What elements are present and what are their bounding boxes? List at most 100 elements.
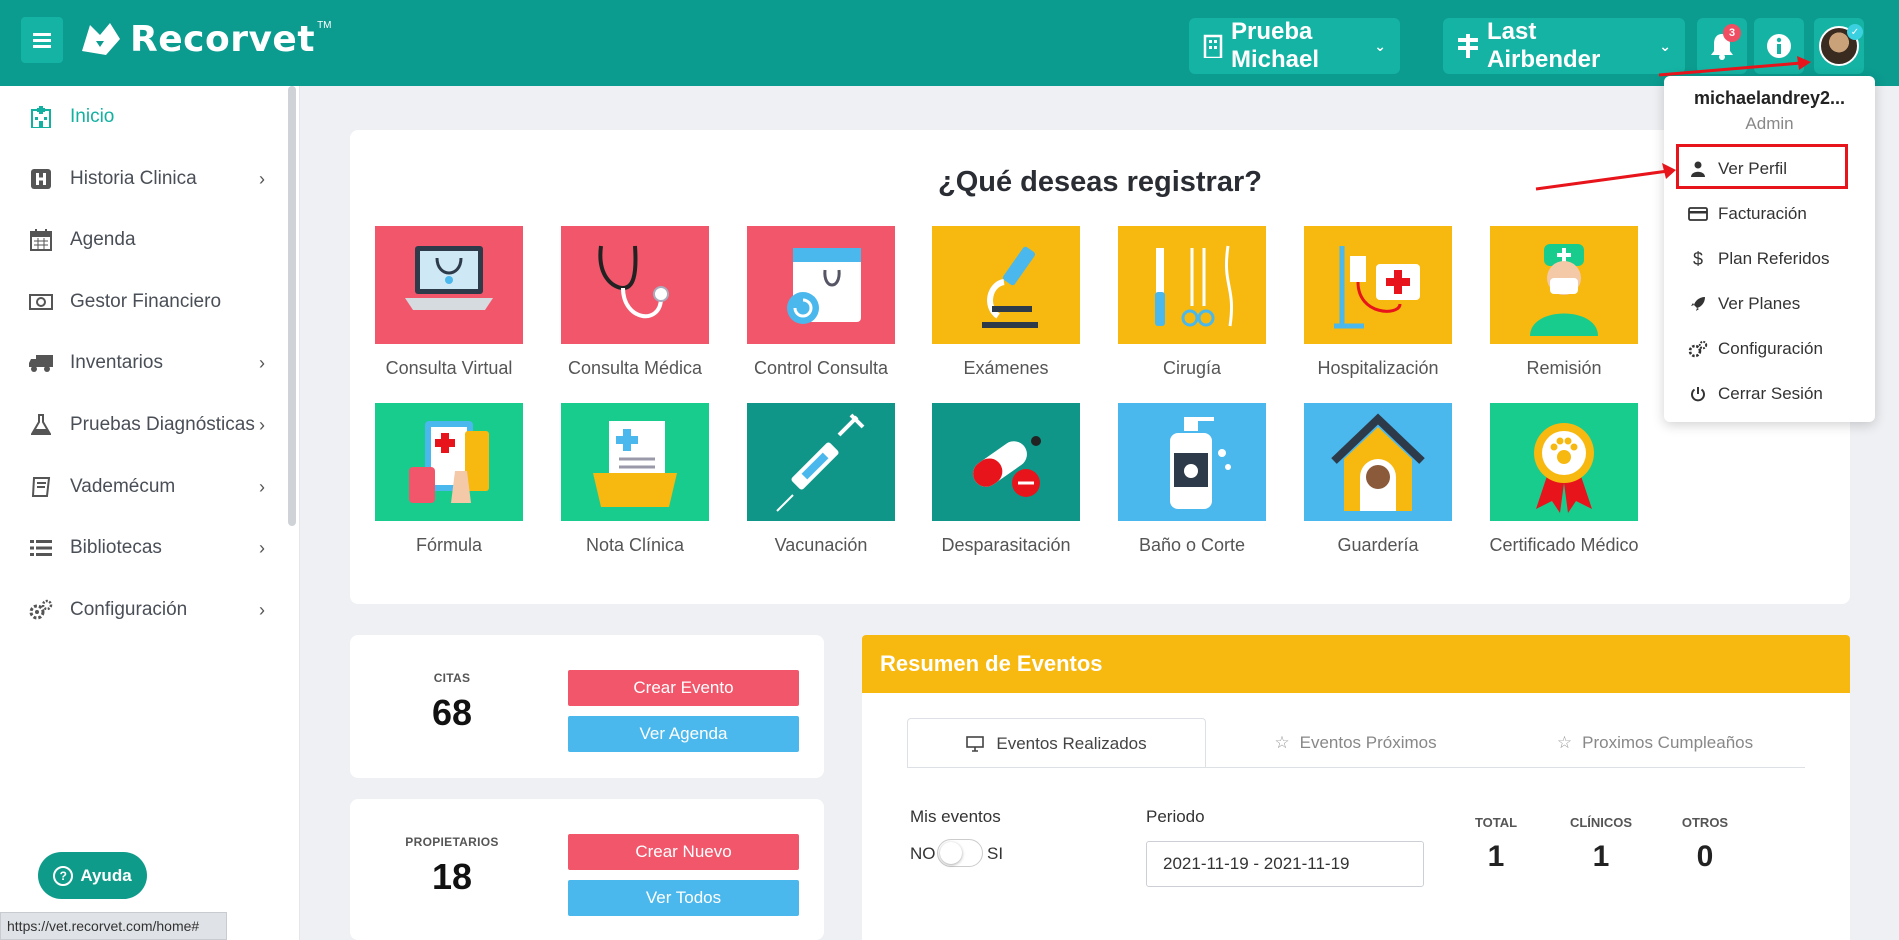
calendar-stethoscope-icon	[787, 248, 861, 324]
sidebar-item-gestor-financiero[interactable]: Gestor Financiero	[0, 280, 285, 324]
sidebar-item-agenda[interactable]: Agenda	[0, 218, 285, 262]
tile-label: Remisión	[1526, 358, 1602, 378]
tab-label: Proximos Cumpleaños	[1582, 733, 1754, 752]
menu-item-label: Ver Planes	[1718, 294, 1801, 313]
tab-eventos-realizados[interactable]: Eventos Realizados	[907, 718, 1206, 768]
truck-icon	[28, 353, 54, 373]
sidebar-item-inicio[interactable]: Inicio	[0, 95, 285, 139]
tile-label: Consulta Médica	[567, 358, 703, 378]
chevron-right-icon: ›	[259, 352, 265, 373]
clinic-selector[interactable]: Prueba Michael ⌄	[1189, 18, 1400, 74]
mis-eventos-toggle[interactable]	[937, 839, 983, 867]
ver-agenda-button[interactable]: Ver Agenda	[568, 716, 799, 752]
syringe-icon	[776, 413, 865, 512]
logo[interactable]: Recorvet TM	[80, 14, 332, 64]
mis-eventos-label: Mis eventos	[910, 807, 1001, 826]
sidebar-item-label: Inicio	[70, 106, 115, 127]
toggle-knob	[940, 842, 962, 864]
tile-guarderia[interactable]	[1304, 403, 1452, 521]
hamburger-icon	[33, 38, 51, 42]
chevron-right-icon: ›	[259, 599, 265, 620]
menu-item-facturacion[interactable]: Facturación	[1688, 197, 1807, 231]
rocket-icon	[1688, 296, 1708, 312]
sidebar-item-bibliotecas[interactable]: Bibliotecas ›	[0, 526, 285, 570]
fox-logo-icon	[82, 23, 120, 55]
tile-control-consulta[interactable]	[747, 226, 895, 344]
hamburger-menu-button[interactable]	[21, 17, 63, 63]
monitor-icon	[966, 735, 985, 752]
sidebar	[0, 86, 300, 940]
sidebar-item-vademecum[interactable]: Vademécum ›	[0, 465, 285, 509]
user-avatar-button[interactable]: ✓	[1814, 18, 1864, 74]
red-arrow-annotation	[1658, 56, 1811, 77]
notification-badge: 3	[1723, 24, 1741, 42]
tile-remision[interactable]	[1490, 226, 1638, 344]
tile-consulta-virtual[interactable]	[375, 226, 523, 344]
events-header: Resumen de Eventos	[862, 635, 1850, 693]
sidebar-item-label: Agenda	[70, 229, 136, 250]
otros-value: 0	[1696, 840, 1714, 873]
tab-divider	[907, 767, 1805, 768]
sidebar-scrollbar[interactable]	[288, 86, 296, 526]
menu-item-label: Cerrar Sesión	[1718, 384, 1823, 403]
h-square-icon	[28, 168, 54, 190]
total-label: TOTAL	[1474, 815, 1518, 830]
crear-evento-button[interactable]: Crear Evento	[568, 670, 799, 706]
periodo-date-input[interactable]: 2021-11-19 - 2021-11-19	[1146, 841, 1424, 887]
calendar-icon	[28, 229, 54, 251]
tab-proximos-cumpleanos[interactable]: ☆ Proximos Cumpleaños	[1505, 718, 1805, 768]
otros-label: OTROS	[1681, 815, 1729, 830]
tile-cirugia[interactable]	[1118, 226, 1266, 344]
branch-name: Last Airbender	[1487, 18, 1601, 73]
citas-value: 68	[431, 692, 473, 733]
tile-label: Nota Clínica	[585, 535, 685, 555]
flask-icon	[28, 414, 54, 436]
tile-label: Cirugía	[1162, 358, 1222, 378]
star-icon: ☆	[1556, 733, 1573, 752]
tile-nota-clinica[interactable]	[561, 403, 709, 521]
tile-vacunacion[interactable]	[747, 403, 895, 521]
tile-label: Hospitalización	[1317, 358, 1439, 378]
periodo-label: Periodo	[1146, 807, 1205, 826]
sidebar-item-label: Vademécum	[70, 476, 176, 497]
tab-label: Eventos Realizados	[996, 733, 1147, 753]
tile-label: Certificado Médico	[1489, 535, 1639, 555]
clinical-note-icon	[593, 421, 677, 507]
tile-certificado-medico[interactable]	[1490, 403, 1638, 521]
clinic-name: Prueba Michael	[1231, 18, 1320, 73]
toggle-no-label: NO	[910, 844, 936, 863]
menu-item-ver-planes[interactable]: Ver Planes	[1688, 287, 1800, 321]
power-icon	[1688, 386, 1708, 402]
tile-consulta-medica[interactable]	[561, 226, 709, 344]
menu-item-configuracion[interactable]: Configuración	[1688, 332, 1823, 366]
menu-item-plan-referidos[interactable]: $ Plan Referidos	[1688, 242, 1830, 276]
sidebar-item-pruebas-diagnosticas[interactable]: Pruebas Diagnósticas ›	[0, 403, 285, 447]
tile-hospitalizacion[interactable]	[1304, 226, 1452, 344]
star-icon: ☆	[1274, 733, 1290, 752]
tile-examenes[interactable]	[932, 226, 1080, 344]
help-button[interactable]: ? Ayuda	[38, 852, 147, 899]
total-value: 1	[1487, 840, 1505, 873]
sidebar-item-inventarios[interactable]: Inventarios ›	[0, 341, 285, 385]
menu-item-cerrar-sesion[interactable]: Cerrar Sesión	[1688, 377, 1823, 411]
propietarios-value: 18	[431, 856, 473, 897]
chevron-down-icon: ⌄	[1374, 37, 1386, 54]
tab-eventos-proximos[interactable]: ☆ Eventos Próximos	[1206, 718, 1505, 768]
tile-label: Vacunación	[774, 535, 868, 555]
tile-bano-o-corte[interactable]	[1118, 403, 1266, 521]
book-icon	[28, 476, 54, 498]
sidebar-item-label: Bibliotecas	[70, 537, 162, 558]
sidebar-item-historia-clinica[interactable]: Historia Clinica ›	[0, 157, 285, 201]
branch-selector[interactable]: Last Airbender ⌄	[1443, 18, 1685, 74]
crear-nuevo-button[interactable]: Crear Nuevo	[568, 834, 799, 870]
tile-formula[interactable]	[375, 403, 523, 521]
menu-item-label: Plan Referidos	[1718, 249, 1830, 268]
avatar: ✓	[1819, 24, 1863, 66]
sidebar-item-configuracion[interactable]: Configuración ›	[0, 588, 285, 632]
ver-todos-button[interactable]: Ver Todos	[568, 880, 799, 916]
chevron-right-icon: ›	[259, 476, 265, 497]
red-arrow-annotation	[1535, 163, 1676, 191]
tile-label: Baño o Corte	[1138, 535, 1246, 555]
pills-icon	[973, 436, 1041, 497]
tile-desparasitacion[interactable]	[932, 403, 1080, 521]
